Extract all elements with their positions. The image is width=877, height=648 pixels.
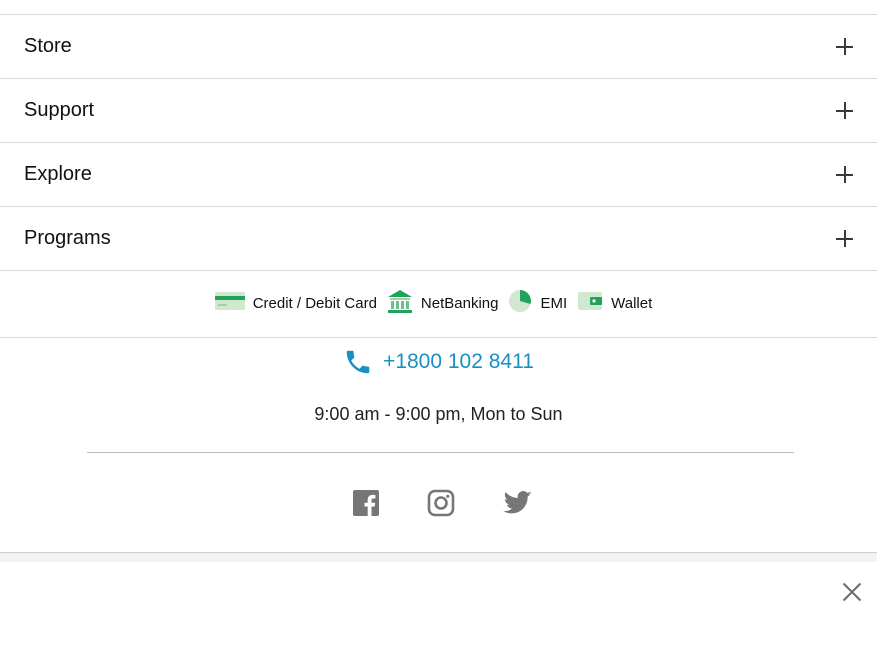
facebook-icon[interactable]	[351, 488, 381, 518]
plus-icon[interactable]	[836, 102, 853, 119]
accordion-label: Explore	[24, 163, 92, 185]
accordion-item-explore[interactable]: Explore	[0, 143, 877, 207]
instagram-icon[interactable]	[426, 488, 456, 518]
plus-icon[interactable]	[836, 166, 853, 183]
payment-methods: Credit / Debit Card NetBanking EMI Walle…	[0, 269, 877, 338]
accordion-label: Store	[24, 35, 72, 57]
bank-icon	[387, 289, 413, 317]
accordion-item-programs[interactable]: Programs	[0, 207, 877, 271]
divider	[87, 452, 794, 453]
footer-accordion: Store Support Explore Programs	[0, 15, 877, 271]
accordion-label: Programs	[24, 227, 111, 249]
accordion-label: Support	[24, 99, 95, 121]
wallet-icon	[577, 290, 603, 316]
support-hours: 9:00 am - 9:00 pm, Mon to Sun	[314, 404, 563, 424]
accordion-item-store[interactable]: Store	[0, 15, 877, 79]
payment-wallet: Wallet	[577, 290, 652, 316]
plus-icon[interactable]	[836, 230, 853, 247]
social-links	[0, 488, 877, 518]
phone-link[interactable]: +1800 102 8411	[343, 347, 534, 377]
payment-netbanking: NetBanking	[387, 289, 499, 317]
contact-phone: +1800 102 8411	[0, 346, 877, 378]
phone-icon	[346, 350, 370, 374]
payment-label: Credit / Debit Card	[252, 294, 377, 312]
phone-number: +1800 102 8411	[383, 350, 534, 373]
overlay-shade	[0, 553, 877, 562]
accordion-item-support[interactable]: Support	[0, 79, 877, 143]
payment-emi: EMI	[508, 289, 567, 317]
twitter-icon[interactable]	[502, 488, 532, 518]
close-icon[interactable]	[842, 582, 862, 602]
payment-label: EMI	[540, 294, 568, 312]
pie-icon	[508, 289, 532, 317]
payment-card: Credit / Debit Card	[214, 291, 377, 315]
payment-label: NetBanking	[420, 294, 499, 312]
card-icon	[214, 291, 245, 315]
payment-label: Wallet	[611, 294, 653, 312]
plus-icon[interactable]	[836, 38, 853, 55]
